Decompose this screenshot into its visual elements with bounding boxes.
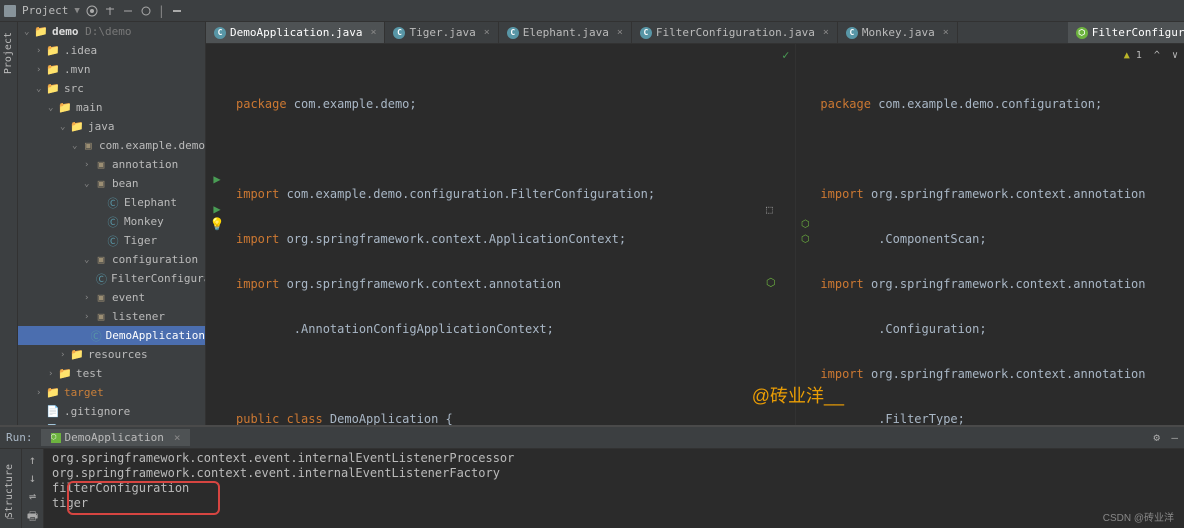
- up-icon[interactable]: ↑: [29, 453, 36, 467]
- settings-icon[interactable]: [140, 5, 152, 17]
- project-icon: [4, 5, 16, 17]
- tab-demoapp[interactable]: CDemoApplication.java×: [206, 22, 385, 43]
- tree-idea[interactable]: ›📁.idea: [18, 41, 205, 60]
- gear-icon[interactable]: ⚙: [1153, 431, 1160, 444]
- editor-tabs: CDemoApplication.java× CTiger.java× CEle…: [206, 22, 1184, 44]
- structure-tool-tab[interactable]: Structure: [4, 464, 15, 518]
- editor-left[interactable]: ✓ package com.example.demo; import com.e…: [206, 44, 796, 425]
- output-line: org.springframework.context.event.intern…: [52, 451, 1176, 466]
- project-tool-tab[interactable]: Project: [3, 32, 14, 74]
- close-icon[interactable]: ×: [823, 27, 829, 38]
- editor-right[interactable]: ▲ 1 ^ ∨ package com.example.demo.configu…: [796, 44, 1184, 425]
- tree-configuration[interactable]: ⌄▣configuration: [18, 250, 205, 269]
- tree-tiger[interactable]: ⒸTiger: [18, 231, 205, 250]
- tree-listener[interactable]: ›▣listener: [18, 307, 205, 326]
- close-icon[interactable]: ×: [617, 27, 623, 38]
- tree-src[interactable]: ⌄📁src: [18, 79, 205, 98]
- tree-gitignore[interactable]: 📄.gitignore: [18, 402, 205, 421]
- bean-icon[interactable]: ⬡: [798, 217, 812, 232]
- inspection-badge[interactable]: ▲ 1 ^ ∨: [1124, 48, 1178, 63]
- toolbar: Project ▼ |: [0, 0, 1184, 22]
- bulb-icon[interactable]: 💡: [210, 217, 224, 232]
- down-icon[interactable]: ↓: [29, 471, 36, 485]
- footer-credit: CSDN @砖业洋: [1103, 509, 1174, 524]
- tree-main[interactable]: ⌄📁main: [18, 98, 205, 117]
- tree-monkey[interactable]: ⒸMonkey: [18, 212, 205, 231]
- wrap-icon[interactable]: ⇌: [29, 489, 36, 503]
- project-tree[interactable]: ⌄📁demo D:\demo ›📁.idea ›📁.mvn ⌄📁src ⌄📁ma…: [18, 22, 206, 425]
- close-icon[interactable]: ×: [484, 27, 490, 38]
- tree-elephant[interactable]: ⒸElephant: [18, 193, 205, 212]
- left-gutter: Project: [0, 22, 18, 425]
- bean-icon[interactable]: ⬡: [766, 276, 776, 289]
- close-icon[interactable]: ×: [370, 27, 376, 38]
- output-line: tiger: [52, 496, 1176, 511]
- tree-demoapp[interactable]: ⒸDemoApplication: [18, 326, 205, 345]
- collapse-icon[interactable]: [122, 5, 134, 17]
- tree-root[interactable]: ⌄📁demo D:\demo: [18, 22, 205, 41]
- project-dropdown[interactable]: Project: [22, 4, 68, 17]
- nav-icon[interactable]: ⬚: [766, 203, 776, 216]
- hide-icon[interactable]: —: [1171, 431, 1178, 444]
- tab-elephant[interactable]: CElephant.java×: [499, 22, 632, 43]
- tab-filterconf1[interactable]: CFilterConfiguration.java×: [632, 22, 838, 43]
- check-icon: ✓: [782, 48, 789, 63]
- run-toolbar-left2: ↑ ↓ ⇌ 🖶: [22, 449, 44, 528]
- watermark: @砖业洋__: [752, 382, 844, 408]
- tree-resources[interactable]: ›📁resources: [18, 345, 205, 364]
- tree-event[interactable]: ›▣event: [18, 288, 205, 307]
- close-icon[interactable]: ×: [943, 27, 949, 38]
- hide-icon[interactable]: [171, 5, 183, 17]
- target-icon[interactable]: [86, 5, 98, 17]
- tree-filterconf[interactable]: ⒸFilterConfiguratio: [18, 269, 205, 288]
- run-output[interactable]: org.springframework.context.event.intern…: [44, 449, 1184, 528]
- tree-java[interactable]: ⌄📁java: [18, 117, 205, 136]
- tree-test[interactable]: ›📁test: [18, 364, 205, 383]
- tree-mvn[interactable]: ›📁.mvn: [18, 60, 205, 79]
- print-icon[interactable]: 🖶: [27, 507, 38, 528]
- expand-icon[interactable]: [104, 5, 116, 17]
- run-gutter-icon[interactable]: ▶: [210, 202, 224, 217]
- run-tab[interactable]: ⬡DemoApplication×: [41, 429, 191, 446]
- run-label: Run:: [6, 431, 33, 444]
- bean-icon[interactable]: ⬡: [798, 232, 812, 247]
- output-line: filterConfiguration: [52, 481, 1176, 496]
- output-line: org.springframework.context.event.intern…: [52, 466, 1176, 481]
- tree-bean[interactable]: ⌄▣bean: [18, 174, 205, 193]
- tab-monkey[interactable]: CMonkey.java×: [838, 22, 958, 43]
- tab-tiger[interactable]: CTiger.java×: [385, 22, 498, 43]
- tab-filterconf2[interactable]: ⬡FilterConfiguration.java×: [1068, 22, 1184, 43]
- run-gutter-icon[interactable]: ▶: [210, 172, 224, 187]
- tree-target[interactable]: ›📁target: [18, 383, 205, 402]
- tree-annotation[interactable]: ›▣annotation: [18, 155, 205, 174]
- tree-package[interactable]: ⌄▣com.example.demo: [18, 136, 205, 155]
- run-panel: Run: ⬡DemoApplication× ⚙ — ▶ ◼ ⏏ ▣ ↑ ↓ ⇌…: [0, 425, 1184, 528]
